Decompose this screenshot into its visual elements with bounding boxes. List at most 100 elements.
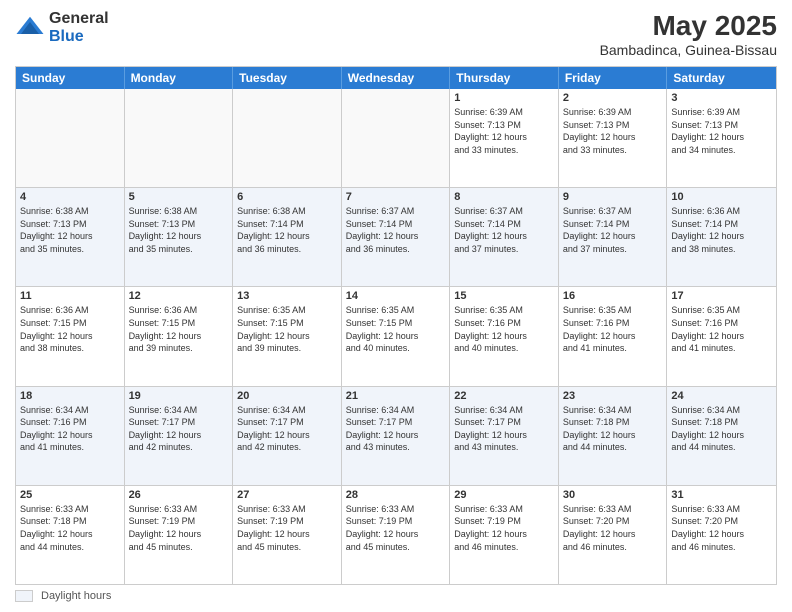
day-cell: 20 Sunrise: 6:34 AM Sunset: 7:17 PM Dayli… (233, 387, 342, 485)
day-info: Sunrise: 6:33 AM Sunset: 7:20 PM Dayligh… (671, 503, 772, 553)
day-info: Sunrise: 6:39 AM Sunset: 7:13 PM Dayligh… (671, 106, 772, 156)
day-cell: 4 Sunrise: 6:38 AM Sunset: 7:13 PM Daylig… (16, 188, 125, 286)
day-info: Sunrise: 6:34 AM Sunset: 7:17 PM Dayligh… (454, 404, 554, 454)
day-cell: 3 Sunrise: 6:39 AM Sunset: 7:13 PM Daylig… (667, 89, 776, 187)
day-info: Sunrise: 6:33 AM Sunset: 7:20 PM Dayligh… (563, 503, 663, 553)
day-info: Sunrise: 6:33 AM Sunset: 7:18 PM Dayligh… (20, 503, 120, 553)
day-info: Sunrise: 6:33 AM Sunset: 7:19 PM Dayligh… (346, 503, 446, 553)
day-info: Sunrise: 6:33 AM Sunset: 7:19 PM Dayligh… (129, 503, 229, 553)
day-number: 19 (129, 390, 229, 402)
day-info: Sunrise: 6:34 AM Sunset: 7:17 PM Dayligh… (346, 404, 446, 454)
day-cell: 13Sunrise: 6:35 AM Sunset: 7:15 PM Dayli… (233, 287, 342, 385)
day-number: 25 (20, 489, 120, 501)
day-number: 8 (454, 191, 554, 203)
day-number: 22 (454, 390, 554, 402)
day-number: 15 (454, 290, 554, 302)
day-cell: 29 Sunrise: 6:33 AM Sunset: 7:19 PM Dayli… (450, 486, 559, 584)
day-number: 20 (237, 390, 337, 402)
daylight-box (15, 590, 33, 602)
daylight-label: Daylight hours (41, 590, 111, 602)
month-year: May 2025 (600, 10, 777, 42)
day-info: Sunrise: 6:34 AM Sunset: 7:17 PM Dayligh… (129, 404, 229, 454)
day-info: Sunrise: 6:37 AM Sunset: 7:14 PM Dayligh… (563, 205, 663, 255)
day-info: Sunrise: 6:38 AM Sunset: 7:13 PM Dayligh… (129, 205, 229, 255)
day-number: 21 (346, 390, 446, 402)
day-info: Sunrise: 6:36 AM Sunset: 7:15 PM Dayligh… (20, 304, 120, 354)
day-number: 2 (563, 92, 663, 104)
day-number: 4 (20, 191, 120, 203)
day-cell: 19 Sunrise: 6:34 AM Sunset: 7:17 PM Dayli… (125, 387, 234, 485)
day-cell: 17Sunrise: 6:35 AM Sunset: 7:16 PM Dayli… (667, 287, 776, 385)
day-header-monday: Monday (125, 67, 234, 89)
day-cell: 11Sunrise: 6:36 AM Sunset: 7:15 PM Dayli… (16, 287, 125, 385)
day-header-friday: Friday (559, 67, 668, 89)
day-header-thursday: Thursday (450, 67, 559, 89)
day-number: 26 (129, 489, 229, 501)
day-cell: 21 Sunrise: 6:34 AM Sunset: 7:17 PM Dayli… (342, 387, 451, 485)
day-number: 29 (454, 489, 554, 501)
day-info: Sunrise: 6:35 AM Sunset: 7:16 PM Dayligh… (454, 304, 554, 354)
day-cell: 2 Sunrise: 6:39 AM Sunset: 7:13 PM Daylig… (559, 89, 668, 187)
day-headers: SundayMondayTuesdayWednesdayThursdayFrid… (16, 67, 776, 89)
day-info: Sunrise: 6:38 AM Sunset: 7:13 PM Dayligh… (20, 205, 120, 255)
calendar: SundayMondayTuesdayWednesdayThursdayFrid… (15, 66, 777, 585)
day-number: 23 (563, 390, 663, 402)
day-header-sunday: Sunday (16, 67, 125, 89)
location: Bambadinca, Guinea-Bissau (600, 42, 777, 58)
week-row-1: 1 Sunrise: 6:39 AM Sunset: 7:13 PM Daylig… (16, 89, 776, 187)
day-cell: 18Sunrise: 6:34 AM Sunset: 7:16 PM Dayli… (16, 387, 125, 485)
day-info: Sunrise: 6:34 AM Sunset: 7:17 PM Dayligh… (237, 404, 337, 454)
day-number: 3 (671, 92, 772, 104)
week-row-3: 11Sunrise: 6:36 AM Sunset: 7:15 PM Dayli… (16, 286, 776, 385)
day-info: Sunrise: 6:33 AM Sunset: 7:19 PM Dayligh… (454, 503, 554, 553)
logo-text: General Blue (49, 10, 109, 45)
day-cell: 31Sunrise: 6:33 AM Sunset: 7:20 PM Dayli… (667, 486, 776, 584)
day-number: 17 (671, 290, 772, 302)
day-cell (342, 89, 451, 187)
day-header-wednesday: Wednesday (342, 67, 451, 89)
calendar-body: 1 Sunrise: 6:39 AM Sunset: 7:13 PM Daylig… (16, 89, 776, 584)
day-number: 30 (563, 489, 663, 501)
day-info: Sunrise: 6:34 AM Sunset: 7:18 PM Dayligh… (563, 404, 663, 454)
day-cell: 8Sunrise: 6:37 AM Sunset: 7:14 PM Daylig… (450, 188, 559, 286)
day-info: Sunrise: 6:36 AM Sunset: 7:14 PM Dayligh… (671, 205, 772, 255)
day-info: Sunrise: 6:35 AM Sunset: 7:16 PM Dayligh… (563, 304, 663, 354)
day-cell: 1Sunrise: 6:39 AM Sunset: 7:13 PM Daylig… (450, 89, 559, 187)
day-cell: 16Sunrise: 6:35 AM Sunset: 7:16 PM Dayli… (559, 287, 668, 385)
day-number: 12 (129, 290, 229, 302)
logo-icon (15, 13, 45, 43)
day-cell: 26 Sunrise: 6:33 AM Sunset: 7:19 PM Dayli… (125, 486, 234, 584)
day-number: 9 (563, 191, 663, 203)
day-cell: 7 Sunrise: 6:37 AM Sunset: 7:14 PM Daylig… (342, 188, 451, 286)
day-cell (125, 89, 234, 187)
day-info: Sunrise: 6:34 AM Sunset: 7:18 PM Dayligh… (671, 404, 772, 454)
title-block: May 2025 Bambadinca, Guinea-Bissau (600, 10, 777, 58)
logo-blue: Blue (49, 28, 109, 46)
day-cell: 10 Sunrise: 6:36 AM Sunset: 7:14 PM Dayli… (667, 188, 776, 286)
day-cell (16, 89, 125, 187)
day-number: 14 (346, 290, 446, 302)
day-info: Sunrise: 6:33 AM Sunset: 7:19 PM Dayligh… (237, 503, 337, 553)
day-number: 6 (237, 191, 337, 203)
day-number: 13 (237, 290, 337, 302)
day-number: 5 (129, 191, 229, 203)
day-cell: 23 Sunrise: 6:34 AM Sunset: 7:18 PM Dayli… (559, 387, 668, 485)
day-cell: 9 Sunrise: 6:37 AM Sunset: 7:14 PM Daylig… (559, 188, 668, 286)
day-number: 24 (671, 390, 772, 402)
logo: General Blue (15, 10, 109, 45)
day-number: 10 (671, 191, 772, 203)
header: General Blue May 2025 Bambadinca, Guinea… (15, 10, 777, 58)
day-info: Sunrise: 6:38 AM Sunset: 7:14 PM Dayligh… (237, 205, 337, 255)
day-info: Sunrise: 6:34 AM Sunset: 7:16 PM Dayligh… (20, 404, 120, 454)
day-number: 7 (346, 191, 446, 203)
day-number: 28 (346, 489, 446, 501)
day-info: Sunrise: 6:37 AM Sunset: 7:14 PM Dayligh… (346, 205, 446, 255)
day-info: Sunrise: 6:39 AM Sunset: 7:13 PM Dayligh… (563, 106, 663, 156)
day-cell: 25 Sunrise: 6:33 AM Sunset: 7:18 PM Dayli… (16, 486, 125, 584)
day-cell (233, 89, 342, 187)
day-cell: 14Sunrise: 6:35 AM Sunset: 7:15 PM Dayli… (342, 287, 451, 385)
day-number: 1 (454, 92, 554, 104)
day-cell: 5 Sunrise: 6:38 AM Sunset: 7:13 PM Daylig… (125, 188, 234, 286)
day-cell: 12Sunrise: 6:36 AM Sunset: 7:15 PM Dayli… (125, 287, 234, 385)
day-number: 27 (237, 489, 337, 501)
